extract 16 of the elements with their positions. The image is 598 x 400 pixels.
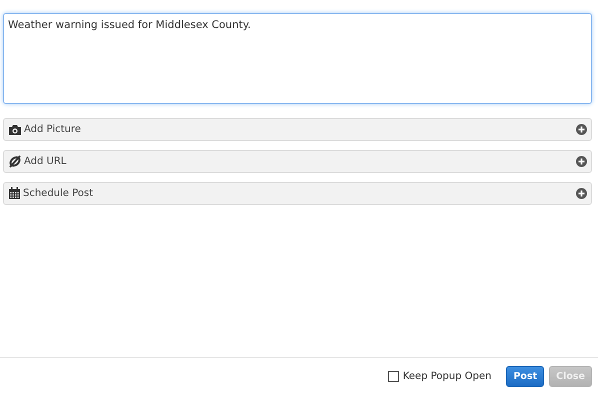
camera-icon (8, 124, 22, 136)
section-label: Add URL (24, 156, 68, 167)
link-icon (8, 155, 22, 168)
section-header[interactable]: Add Picture (3, 118, 592, 141)
section-header[interactable]: Schedule Post (3, 182, 592, 205)
message-field[interactable]: Weather warning issued for Middlesex County. (3, 13, 592, 104)
plus-icon[interactable] (576, 156, 587, 167)
section-header[interactable]: Add URL (3, 150, 592, 173)
section-label: Add Picture (24, 124, 82, 135)
post-button[interactable]: Post (506, 366, 544, 386)
plus-icon[interactable] (576, 188, 587, 199)
plus-icon[interactable] (576, 124, 587, 135)
checkbox-label: Keep Popup Open (402, 370, 492, 382)
section-label: Schedule Post (23, 188, 94, 199)
calendar-icon (8, 187, 21, 200)
keep-open-checkbox[interactable] (388, 370, 399, 382)
